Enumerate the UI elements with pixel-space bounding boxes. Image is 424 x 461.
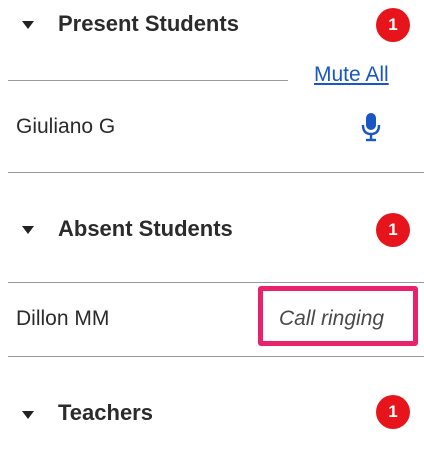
call-status-badge: Call ringing bbox=[258, 286, 418, 346]
student-name: Dillon MM bbox=[16, 307, 110, 330]
section-header-teachers[interactable]: Teachers 1 bbox=[0, 390, 424, 440]
count-badge: 1 bbox=[376, 395, 410, 429]
count-badge: 1 bbox=[376, 8, 410, 42]
count-badge: 1 bbox=[376, 213, 410, 247]
divider bbox=[8, 282, 424, 283]
student-name: Giuliano G bbox=[16, 115, 116, 138]
microphone-icon[interactable] bbox=[360, 112, 382, 142]
mute-all-link[interactable]: Mute All bbox=[314, 63, 389, 87]
caret-down-icon[interactable] bbox=[22, 21, 34, 29]
divider bbox=[8, 172, 424, 173]
caret-down-icon[interactable] bbox=[22, 411, 34, 419]
divider bbox=[8, 356, 424, 357]
section-title: Present Students bbox=[58, 11, 239, 36]
section-header-absent-students[interactable]: Absent Students 1 bbox=[0, 205, 424, 255]
caret-down-icon[interactable] bbox=[22, 226, 34, 234]
section-header-present-students[interactable]: Present Students 1 bbox=[0, 0, 424, 50]
call-status-text: Call ringing bbox=[279, 307, 385, 330]
section-title: Absent Students bbox=[58, 216, 233, 241]
divider bbox=[8, 80, 288, 81]
section-title: Teachers bbox=[58, 400, 153, 425]
